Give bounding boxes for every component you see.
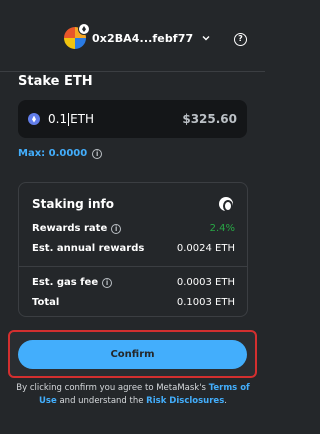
account-name: 0x2BA4...febf77 — [92, 31, 194, 45]
divider — [19, 266, 247, 267]
confirm-button[interactable]: Confirm — [18, 340, 247, 369]
amount-value: 0.1 — [48, 112, 68, 126]
account-selector[interactable]: 0x2BA4...febf77 — [64, 23, 210, 50]
amount-unit: ETH — [70, 112, 95, 126]
row-label: Total — [32, 297, 60, 308]
text-caret — [68, 112, 70, 126]
staking-provider-icon — [219, 197, 233, 212]
info-icon[interactable]: i — [111, 223, 122, 234]
row-label: Rewards rate — [32, 223, 108, 234]
staking-info-title: Staking info — [32, 197, 115, 211]
row-value: 2.4% — [209, 223, 235, 234]
max-button[interactable]: Max: 0.0000 — [18, 148, 87, 159]
row-label: Est. annual rewards — [32, 243, 145, 254]
info-row-gas-fee: Est. gas fee i 0.0003 ETH — [32, 277, 235, 288]
info-icon[interactable]: i — [92, 148, 103, 159]
row-value: 0.0003 ETH — [176, 277, 235, 288]
ethereum-network-icon — [78, 23, 90, 35]
account-avatar — [64, 23, 90, 49]
confirm-highlight: Confirm — [8, 330, 257, 378]
info-row-annual-rewards: Est. annual rewards 0.0024 ETH — [32, 243, 235, 254]
stake-amount-input[interactable]: 0.1 ETH $325.60 — [18, 100, 247, 138]
info-icon[interactable]: i — [102, 277, 113, 288]
row-label: Est. gas fee — [32, 277, 99, 288]
eth-token-icon — [28, 113, 40, 125]
info-row-total: Total 0.1003 ETH — [32, 297, 235, 308]
info-row-rewards-rate: Rewards rate i 2.4% — [32, 223, 235, 234]
risk-disclosures-link[interactable]: Risk Disclosures — [146, 396, 224, 406]
help-icon[interactable]: ? — [234, 33, 247, 46]
chevron-down-icon — [202, 36, 210, 41]
staking-info-card: Staking info Rewards rate i 2.4% Est. an… — [18, 182, 248, 317]
fiat-value: $325.60 — [182, 112, 237, 126]
disclaimer-text: By clicking confirm you agree to MetaMas… — [16, 383, 250, 406]
row-value: 0.1003 ETH — [176, 297, 235, 308]
page-title: Stake ETH — [18, 74, 93, 89]
max-row: Max: 0.0000 i — [18, 148, 103, 159]
row-value: 0.0024 ETH — [176, 243, 235, 254]
header-bar: 0x2BA4...febf77 ? — [0, 0, 265, 72]
